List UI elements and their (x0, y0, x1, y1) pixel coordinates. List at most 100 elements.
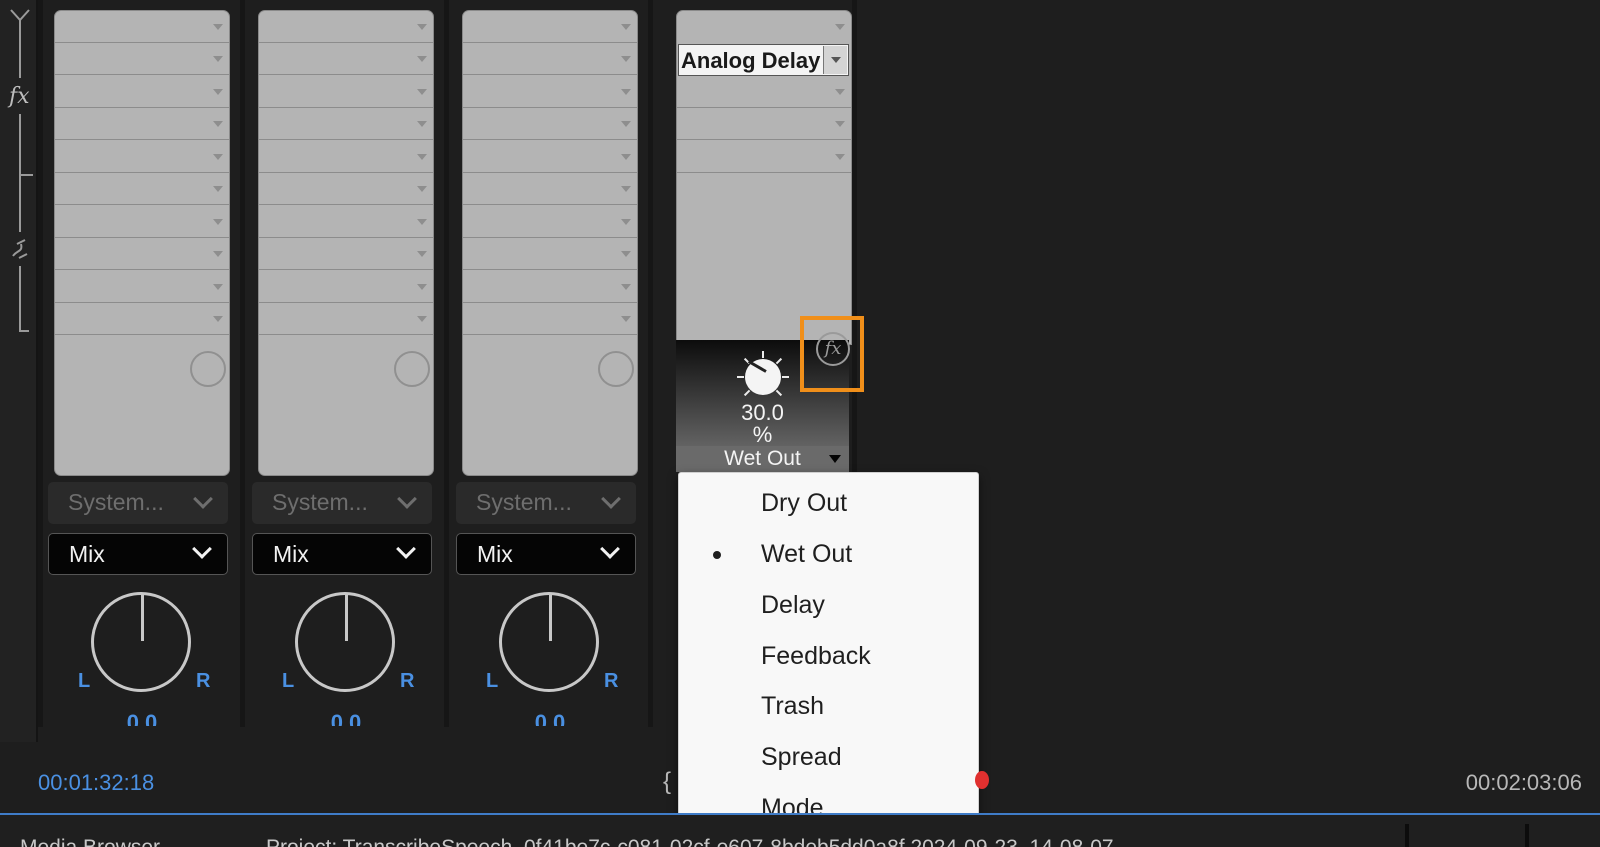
effect-slot[interactable] (259, 76, 433, 108)
effect-slot[interactable] (55, 108, 229, 140)
sends-icon[interactable] (9, 236, 31, 267)
effect-slot[interactable] (463, 11, 637, 43)
fx-label: fx (9, 84, 30, 109)
pan-knob[interactable] (91, 592, 191, 692)
tab-project[interactable]: Project: TranscribeSpeech_0f41be7c-c081-… (266, 836, 1226, 847)
effect-slot[interactable] (463, 108, 637, 140)
send-slot[interactable] (259, 206, 433, 238)
chevron-down-icon (397, 489, 417, 509)
panel-separator (1405, 824, 1409, 847)
channel-strip-2: System... Mix L R 0.0 (246, 0, 446, 742)
pan-left-label: L (486, 670, 499, 692)
parameter-select[interactable]: Wet Out (676, 446, 849, 472)
effect-slot[interactable] (677, 108, 851, 140)
effect-slot[interactable] (463, 76, 637, 108)
send-slot[interactable] (259, 238, 433, 270)
end-time: 00:02:03:06 (1465, 770, 1582, 795)
effect-slot[interactable] (677, 76, 851, 108)
pan-left-label: L (78, 670, 91, 692)
collapse-icon[interactable] (9, 8, 31, 37)
fx-bypass-button[interactable]: fx (800, 316, 864, 392)
output-select[interactable]: System... (252, 482, 432, 524)
menu-item-spread[interactable]: Spread (679, 731, 978, 781)
pan-knob[interactable] (295, 592, 395, 692)
send-slot[interactable] (463, 206, 637, 238)
current-time[interactable]: 00:01:32:18 (38, 770, 154, 796)
effect-slot[interactable] (55, 141, 229, 173)
output-select[interactable]: System... (48, 482, 228, 524)
chevron-down-icon (396, 539, 416, 559)
track-output-select[interactable]: Mix (456, 533, 636, 575)
output-select-label: System... (272, 489, 368, 515)
track-output-label: Mix (273, 541, 309, 567)
pan-knob[interactable] (499, 592, 599, 692)
send-slot[interactable] (55, 173, 229, 205)
send-slot[interactable] (463, 303, 637, 335)
pan-value[interactable]: 0.0 (522, 708, 578, 726)
output-select-label: System... (476, 489, 572, 515)
output-select-label: System... (68, 489, 164, 515)
send-slot[interactable] (259, 271, 433, 303)
audio-mixer-screen: { "fx_strip": { "fx_label": "fx", "icon_… (0, 0, 1600, 847)
effects-rack (462, 10, 638, 476)
menu-item-feedback[interactable]: Feedback (679, 630, 978, 680)
effect-slot-analog-delay[interactable]: Analog Delay (678, 44, 849, 76)
send-slot[interactable] (259, 303, 433, 335)
menu-item-dry-out[interactable]: Dry Out (679, 477, 978, 527)
effect-slot[interactable] (463, 141, 637, 173)
send-level-knob[interactable] (598, 351, 634, 387)
effect-slot[interactable] (55, 43, 229, 75)
effect-slot[interactable] (259, 43, 433, 75)
pan-right-label: R (604, 670, 619, 692)
effect-slot[interactable] (463, 43, 637, 75)
pan-left-label: L (282, 670, 295, 692)
effect-slot[interactable] (55, 76, 229, 108)
selected-bullet-icon (713, 551, 721, 559)
in-point-marker-icon[interactable]: { (663, 768, 671, 796)
channel-strip-3: System... Mix L R 0.0 (450, 0, 650, 742)
chevron-down-icon (192, 539, 212, 559)
parameter-select-label: Wet Out (724, 447, 801, 470)
effect-slot[interactable] (677, 11, 851, 43)
menu-item-label: Wet Out (761, 540, 853, 568)
effect-slot[interactable] (259, 108, 433, 140)
dropdown-arrow-icon (829, 455, 841, 463)
menu-item-wet-out[interactable]: Wet Out (679, 528, 978, 578)
send-level-knob[interactable] (190, 351, 226, 387)
send-slot[interactable] (463, 238, 637, 270)
chevron-down-icon (600, 539, 620, 559)
effect-slot[interactable] (259, 11, 433, 43)
playhead-indicator[interactable] (975, 771, 989, 789)
menu-item-trash[interactable]: Trash (679, 680, 978, 730)
menu-item-label: Spread (761, 743, 842, 771)
tab-media-browser[interactable]: Media Browser (20, 836, 160, 847)
menu-item-label: Delay (761, 591, 825, 619)
track-output-label: Mix (477, 541, 513, 567)
send-level-knob[interactable] (394, 351, 430, 387)
effects-rack (258, 10, 434, 476)
track-output-select[interactable]: Mix (252, 533, 432, 575)
menu-item-delay[interactable]: Delay (679, 579, 978, 629)
panel-separator (1525, 824, 1529, 847)
effect-slot[interactable] (677, 141, 851, 173)
send-slot[interactable] (463, 173, 637, 205)
effect-name: Analog Delay (681, 48, 821, 73)
output-select[interactable]: System... (456, 482, 636, 524)
effect-slot[interactable] (259, 141, 433, 173)
pan-right-label: R (196, 670, 211, 692)
send-slot[interactable] (463, 271, 637, 303)
effect-parameter-knob[interactable] (737, 351, 789, 403)
send-slot[interactable] (55, 303, 229, 335)
effects-rack (54, 10, 230, 476)
menu-item-label: Trash (761, 692, 824, 720)
pan-value[interactable]: 0.0 (318, 708, 374, 726)
send-slot[interactable] (55, 271, 229, 303)
effect-slot[interactable] (55, 11, 229, 43)
send-slot[interactable] (55, 238, 229, 270)
pan-value[interactable]: 0.0 (114, 708, 170, 726)
track-output-select[interactable]: Mix (48, 533, 228, 575)
send-slot[interactable] (55, 206, 229, 238)
send-slot[interactable] (259, 173, 433, 205)
menu-item-label: Dry Out (761, 489, 848, 517)
chevron-down-icon[interactable] (823, 46, 847, 74)
